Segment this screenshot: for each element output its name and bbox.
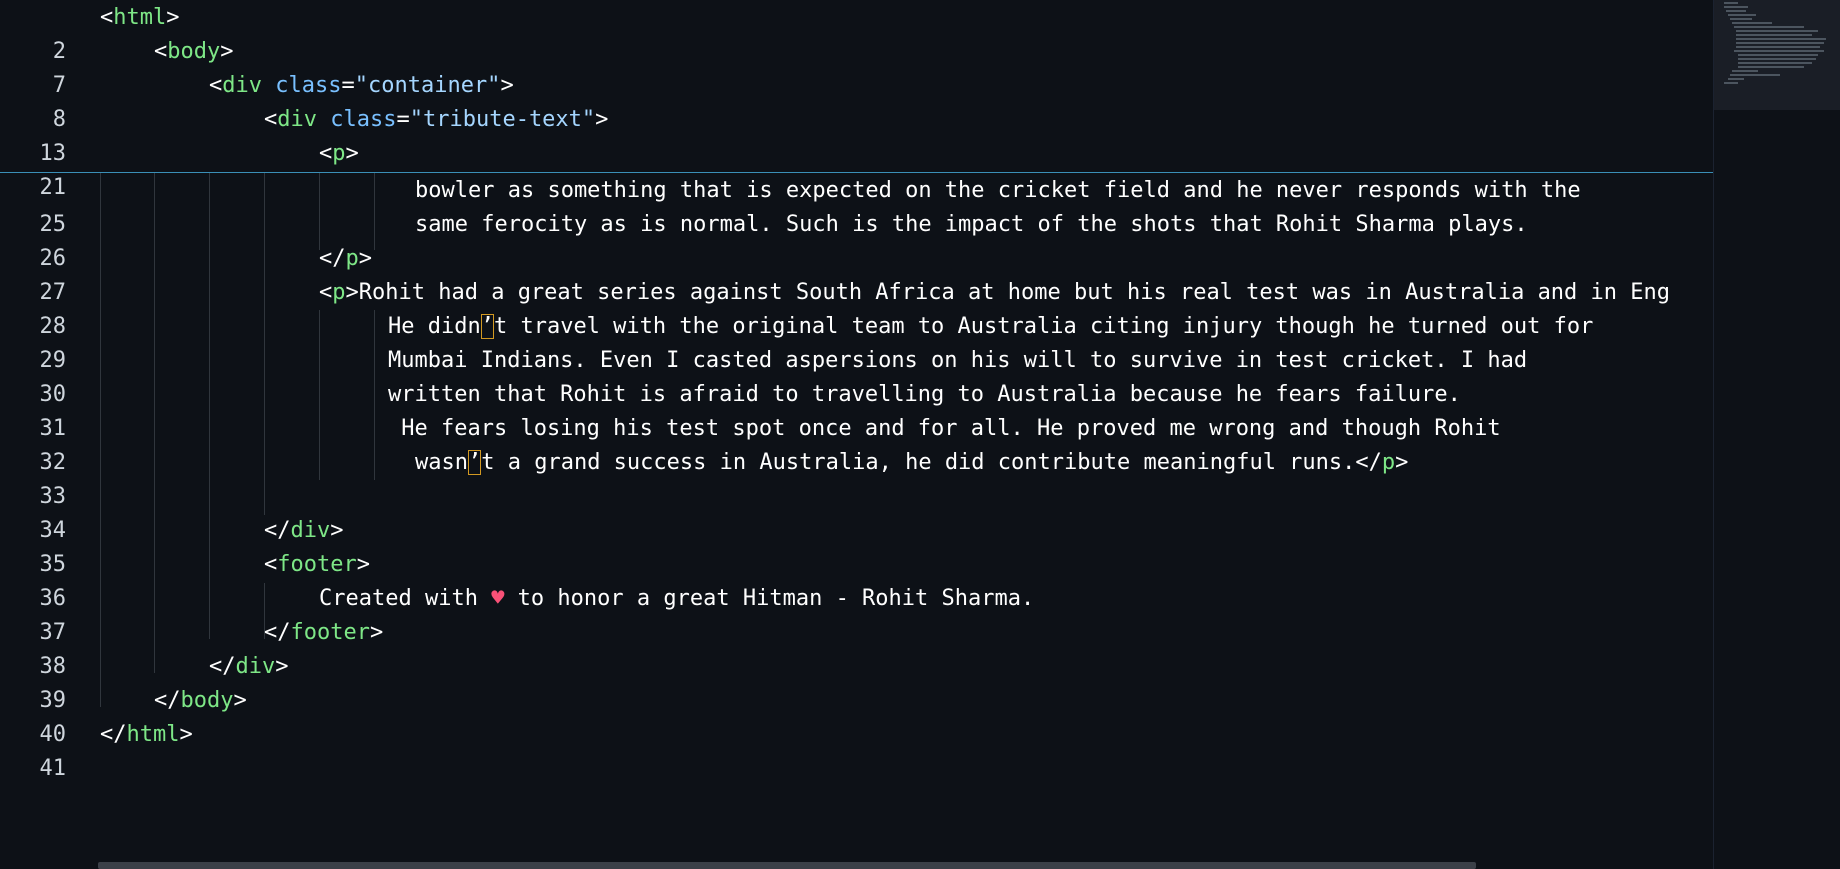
line-code: <p>Rohit had a great series against Sout…: [319, 280, 1671, 305]
horizontal-scrollbar[interactable]: [98, 862, 1476, 869]
line-code: </p>: [319, 246, 372, 271]
minimap-line: [1730, 74, 1780, 76]
code-editor[interactable]: 2 <html> 7 <body> 8 <div class="containe…: [0, 0, 1713, 869]
minimap-line: [1724, 2, 1738, 4]
code-line[interactable]: 31 written that Rohit is afraid to trave…: [0, 378, 1713, 441]
code-line[interactable]: 37 Created with ♥ to honor a great Hitma…: [0, 582, 1713, 645]
minimap-line: [1732, 22, 1772, 24]
line-code: </body>: [154, 688, 247, 713]
line-code: same ferocity as is normal. Such is the …: [415, 212, 1528, 237]
minimap-line: [1734, 50, 1824, 52]
minimap-line: [1736, 30, 1818, 32]
minimap-line: [1724, 82, 1738, 84]
line-code: </div>: [209, 654, 289, 679]
line-number: 41: [39, 756, 67, 781]
minimap-line: [1738, 62, 1812, 64]
code-line[interactable]: 7 <body>: [0, 35, 1713, 98]
minimap-line: [1736, 42, 1824, 44]
code-line[interactable]: 41 </html>: [0, 718, 1713, 781]
code-line[interactable]: 28 <p>Rohit had a great series against S…: [0, 276, 1713, 339]
minimap-line: [1738, 58, 1816, 60]
minimap-line: [1728, 78, 1744, 80]
minimap-line: [1724, 6, 1748, 8]
unicode-highlight: ’: [467, 450, 482, 475]
code-line[interactable]: 40 </body>: [0, 684, 1713, 747]
code-line[interactable]: 32 He fears losing his test spot once an…: [0, 412, 1713, 475]
code-line[interactable]: 38 </footer>: [0, 616, 1713, 679]
minimap-line: [1736, 34, 1812, 36]
minimap-line: [1726, 10, 1746, 12]
line-code: bowler as something that is expected on …: [415, 178, 1581, 203]
line-code: He didn’t travel with the original team …: [388, 314, 1594, 339]
sticky-scroll-header[interactable]: 2 <html> 7 <body> 8 <div class="containe…: [0, 0, 1713, 200]
line-code: <div class="container">: [209, 73, 514, 98]
code-line[interactable]: 34: [0, 480, 1713, 543]
minimap-line: [1738, 54, 1818, 56]
code-line[interactable]: 36 <footer>: [0, 548, 1713, 611]
minimap-line: [1728, 14, 1756, 16]
line-code: Mumbai Indians. Even I casted aspersions…: [388, 348, 1528, 373]
line-code: <body>: [154, 39, 234, 64]
code-line[interactable]: 8 <div class="container">: [0, 69, 1713, 132]
code-line[interactable]: 30 Mumbai Indians. Even I casted aspersi…: [0, 344, 1713, 407]
line-code: written that Rohit is afraid to travelli…: [388, 382, 1461, 407]
line-code: wasn’t a grand success in Australia, he …: [415, 450, 1409, 475]
minimap-line: [1736, 38, 1826, 40]
minimap-line: [1734, 26, 1804, 28]
line-code: <div class="tribute-text">: [264, 107, 609, 132]
code-line[interactable]: 25 bowler as something that is expected …: [0, 174, 1713, 237]
line-code: <footer>: [264, 552, 370, 577]
minimap-line: [1730, 18, 1752, 20]
minimap-line: [1736, 46, 1820, 48]
code-line[interactable]: 13 <div class="tribute-text">: [0, 103, 1713, 166]
minimap[interactable]: [1713, 0, 1840, 869]
code-line[interactable]: 27 </p>: [0, 242, 1713, 305]
line-code: <p>: [319, 141, 359, 166]
line-code: </footer>: [264, 620, 384, 645]
line-code: </html>: [100, 722, 193, 747]
line-code: </div>: [264, 518, 344, 543]
code-line[interactable]: 35 </div>: [0, 514, 1713, 577]
code-line[interactable]: 26 same ferocity as is normal. Such is t…: [0, 208, 1713, 271]
heart-icon: ♥: [491, 586, 505, 611]
line-number: 21: [39, 175, 67, 200]
line-code: He fears losing his test spot once and f…: [388, 416, 1501, 441]
unicode-highlight: ’: [480, 314, 494, 339]
minimap-line: [1732, 70, 1758, 72]
code-line[interactable]: 2 <html>: [0, 1, 1713, 64]
code-line[interactable]: 33 wasn’t a grand success in Australia, …: [0, 446, 1713, 509]
code-line[interactable]: 21 <p>: [0, 137, 1713, 200]
line-code: <html>: [100, 5, 180, 30]
code-line[interactable]: 29 He didn’t travel with the original te…: [0, 310, 1713, 373]
minimap-line: [1738, 66, 1804, 68]
code-line[interactable]: 39 </div>: [0, 650, 1713, 713]
line-code: Created with ♥ to honor a great Hitman -…: [319, 586, 1035, 611]
